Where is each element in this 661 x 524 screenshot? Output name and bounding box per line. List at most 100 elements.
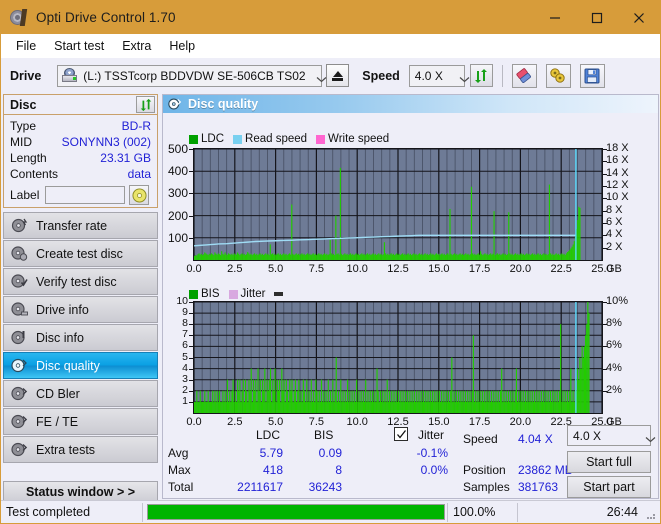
y-tick-label: 3 [182,372,188,385]
sidebar-item-verify-test-disc[interactable]: Verify test disc [3,268,158,295]
tools-button[interactable] [545,63,571,88]
stats-position-label: Position [463,463,506,477]
sidebar-item-disc-quality[interactable]: Disc quality [3,352,158,379]
menu-bar: File Start test Extra Help [1,34,660,58]
resize-grip-icon[interactable] [645,509,657,521]
window-controls [534,1,660,34]
stats-row-avg-label: Avg [168,446,189,460]
disc-type-label: Type [10,119,37,133]
disc-label-icon [132,187,147,203]
start-full-label: Start full [586,455,632,469]
toolbar-separator [501,64,503,87]
y2-tick-mark [603,161,607,163]
y-tick-label: 10 [176,295,188,307]
refresh-button[interactable] [469,64,493,87]
y-tick-mark [189,368,193,370]
speed-select[interactable]: 4.0 X [408,64,470,87]
sidebar-item-extra-tests[interactable]: Extra tests [3,436,158,463]
disc-mid-value: SONYNN3 (002) [61,135,151,149]
chart-ldc-canvas [194,149,602,260]
status-message: Test completed [6,505,91,519]
y2-tick-label: 12 X [606,179,629,191]
drive-select[interactable]: (L:) TSSTcorp BDDVDW SE-506CB TS02 [57,64,327,87]
chart-ldc-plot-area[interactable] [193,148,603,261]
y2-tick-label: 6 X [606,216,623,228]
stats-bis-total: 36243 [308,480,342,494]
disc-length-value: 23.31 GB [100,151,151,165]
close-button[interactable] [618,1,660,34]
menu-item-start-test[interactable]: Start test [45,36,113,56]
y2-tick-label: 10 X [606,191,629,204]
application-window: Opti Drive Control 1.70 File Start test … [0,0,661,524]
stats-ldc-avg: 5.79 [259,446,283,460]
stats-jitter-avg: -0.1% [416,446,448,460]
sidebar-item-drive-info[interactable]: Drive info [3,296,158,323]
drive-select-value: (L:) TSSTcorp BDDVDW SE-506CB TS02 [83,68,306,83]
y2-tick-mark [603,390,607,392]
y-tick-mark [189,193,193,195]
legend-swatch-write-speed [316,134,326,144]
disc-contents-label: Contents [10,167,59,181]
y-tick-mark [189,390,193,392]
disc-panel-title: Disc [10,97,37,112]
sidebar-item-label: FE / TE [36,414,79,429]
y2-tick-label: 8% [606,317,622,330]
y2-tick-label: 4 X [606,228,623,241]
stats-bis-avg: 0.09 [318,446,342,460]
test-speed-select[interactable]: 4.0 X [567,425,656,446]
legend-swatch-jitter [228,289,238,299]
start-part-button[interactable]: Start part [567,476,651,498]
menu-item-extra[interactable]: Extra [113,36,160,56]
stats-header-bis: BIS [314,428,334,442]
stats-bis-max: 8 [335,463,342,477]
sidebar-item-fe-te[interactable]: FE / TE [3,408,158,435]
disc-label-input[interactable] [45,186,126,204]
disc-panel-header: Disc [4,95,157,115]
y-tick-label: 8 [182,317,188,330]
disc-refresh-button[interactable] [136,96,155,113]
sidebar-item-label: Extra tests [36,442,96,457]
chart-ldc-legend: LDC Read speed Write speed [189,133,394,145]
y2-tick-label: 18 X [606,142,629,154]
legend-swatch-read-speed [233,134,243,144]
menu-item-file[interactable]: File [7,36,45,56]
disc-label-button[interactable] [129,185,150,205]
y-tick-label: 6 [182,339,188,352]
y2-tick-mark [603,149,607,150]
disc-row-contents: Contents data [4,166,157,182]
y-tick-label: 200 [167,208,188,223]
y2-tick-label: 2% [606,383,622,396]
eject-button[interactable] [326,64,350,87]
maximize-button[interactable] [576,1,618,34]
stats-jitter-max: 0.0% [420,463,448,477]
stats-ldc-total: 2211617 [237,480,283,494]
start-full-button[interactable]: Start full [567,451,651,473]
disc-verify-icon [11,273,28,290]
disc-quality-icon [11,357,28,374]
menu-item-help[interactable]: Help [160,36,204,56]
disc-quality-icon [168,97,182,111]
y2-tick-label: 6% [606,339,622,352]
stats-speed-label: Speed [463,432,498,446]
y-tick-mark [189,171,193,173]
jitter-checkbox[interactable] [394,427,408,441]
y-tick-label: 400 [167,164,188,179]
disc-info-icon [11,329,28,346]
y-tick-label: 5 [182,350,188,363]
erase-button[interactable] [511,63,537,88]
save-button[interactable] [579,63,605,88]
sidebar-item-transfer-rate[interactable]: Transfer rate [3,212,158,239]
sidebar-item-create-test-disc[interactable]: Create test disc [3,240,158,267]
legend-label-bis: BIS [201,288,220,300]
stats-row-total-label: Total [168,480,194,494]
chart-bis-plot-area[interactable] [193,301,603,414]
y2-tick-label: 14 X [606,166,629,179]
minimize-button[interactable] [534,1,576,34]
y2-tick-mark [603,235,607,237]
disc-row-type: Type BD-R [4,118,157,134]
sidebar-item-disc-info[interactable]: Disc info [3,324,158,351]
y-tick-mark [189,324,193,326]
sidebar-item-label: Disc info [36,330,84,345]
sidebar-item-cd-bler[interactable]: CD Bler [3,380,158,407]
disc-bler-icon [11,385,28,402]
